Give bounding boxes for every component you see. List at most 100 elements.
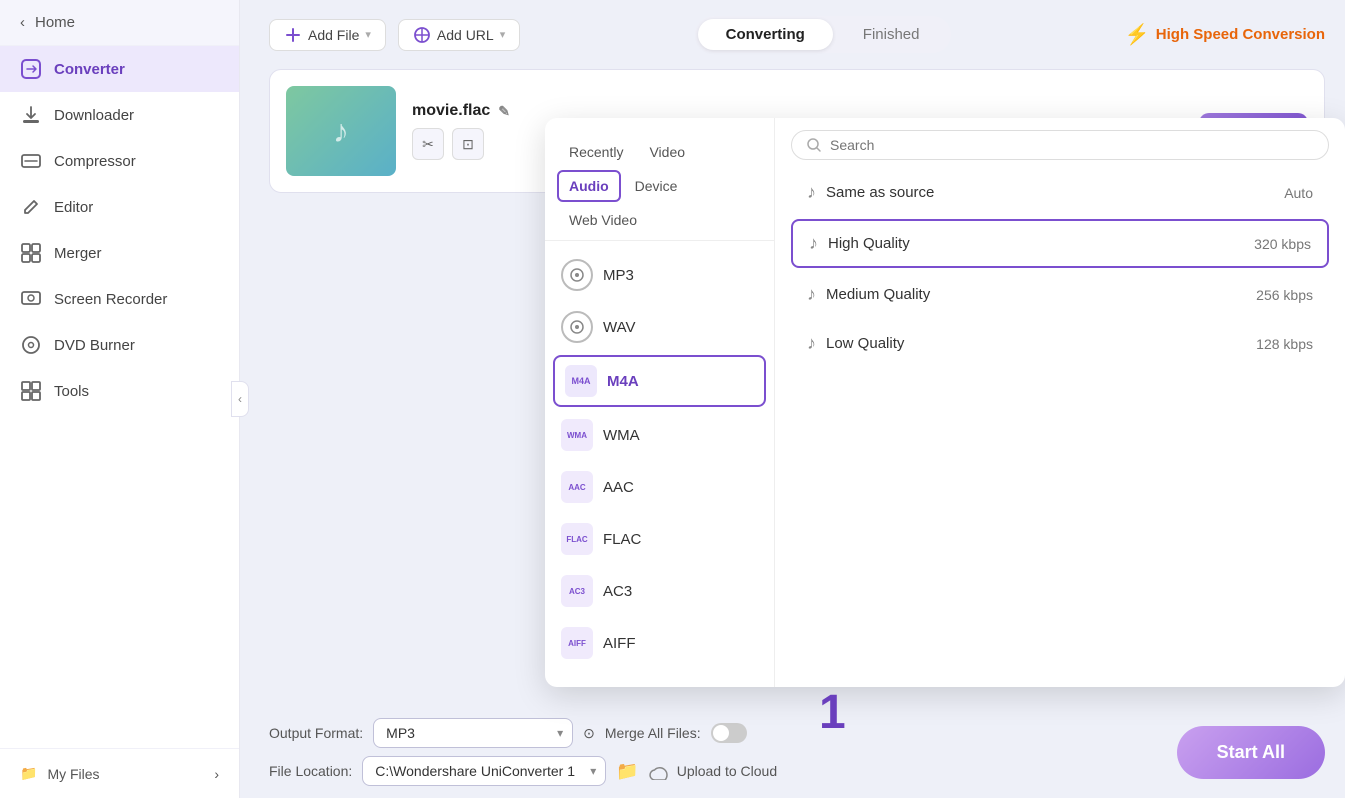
- add-file-icon: [284, 26, 302, 44]
- tab-video[interactable]: Video: [637, 136, 697, 168]
- my-files-label: My Files: [47, 766, 99, 782]
- quality-item-high[interactable]: ♪ High Quality 320 kbps: [791, 219, 1329, 268]
- file-thumbnail: ♪: [286, 86, 396, 176]
- output-format-select[interactable]: MP3: [373, 718, 573, 748]
- upload-cloud-label: Upload to Cloud: [677, 763, 777, 779]
- sidebar-item-screen-recorder[interactable]: Screen Recorder: [0, 276, 239, 322]
- sidebar-item-converter[interactable]: Converter: [0, 46, 239, 92]
- add-file-button[interactable]: Add File ▾: [269, 19, 386, 51]
- tab-recently[interactable]: Recently: [557, 136, 635, 168]
- add-url-chevron-icon: ▾: [500, 28, 506, 41]
- picker-search-box[interactable]: [791, 130, 1329, 160]
- format-item-m4a[interactable]: M4A M4A: [553, 355, 766, 407]
- speed-label: High Speed Conversion: [1156, 26, 1325, 43]
- sidebar-item-home[interactable]: ‹ Home: [0, 0, 239, 46]
- start-all-button[interactable]: Start All: [1177, 726, 1325, 779]
- sidebar-item-merger[interactable]: Merger: [0, 230, 239, 276]
- format-item-aac[interactable]: AAC AAC: [545, 461, 774, 513]
- format-item-ac3[interactable]: AC3 AC3: [545, 565, 774, 617]
- file-edit-icon[interactable]: ✎: [498, 103, 510, 120]
- main-content: Add File ▾ Add URL ▾ Converting Finished…: [249, 0, 1345, 798]
- quality-item-low[interactable]: ♪ Low Quality 128 kbps: [791, 321, 1329, 366]
- format-item-wma[interactable]: WMA WMA: [545, 409, 774, 461]
- output-format-label: Output Format:: [269, 725, 363, 741]
- sidebar-item-dvd-burner[interactable]: DVD Burner: [0, 322, 239, 368]
- quality-music-icon-3: ♪: [807, 284, 816, 305]
- bottom-bar: Output Format: MP3 ⊙ Merge All Files: Fi…: [269, 718, 1325, 786]
- sidebar-tools-label: Tools: [54, 383, 89, 400]
- folder-browse-icon[interactable]: 📁: [616, 761, 638, 782]
- file-location-label: File Location:: [269, 763, 352, 779]
- screen-recorder-icon: [20, 288, 42, 310]
- home-label: Home: [35, 14, 75, 31]
- crop-button[interactable]: ⊡: [452, 128, 484, 160]
- tools-icon: [20, 380, 42, 402]
- my-files-icon: 📁: [20, 765, 37, 782]
- speed-icon: ⚡: [1125, 22, 1150, 47]
- wma-icon: WMA: [561, 419, 593, 451]
- ac3-icon: AC3: [561, 575, 593, 607]
- format-item-wav[interactable]: WAV: [545, 301, 774, 353]
- cut-button[interactable]: ✂: [412, 128, 444, 160]
- format-picker-dropdown: Recently Video Audio Device Web Video: [545, 118, 1345, 687]
- quality-list: ♪ Same as source Auto ♪ High Quality 320…: [791, 170, 1329, 366]
- sidebar-item-compressor[interactable]: Compressor: [0, 138, 239, 184]
- add-file-label: Add File: [308, 27, 359, 43]
- cloud-icon: [649, 762, 671, 780]
- converter-icon: [20, 58, 42, 80]
- sidebar-item-tools[interactable]: Tools: [0, 368, 239, 414]
- editor-icon: [20, 196, 42, 218]
- sidebar-item-editor[interactable]: Editor: [0, 184, 239, 230]
- add-url-button[interactable]: Add URL ▾: [398, 19, 520, 51]
- sidebar-screen-recorder-label: Screen Recorder: [54, 291, 167, 308]
- merge-icon: ⊙: [583, 725, 595, 742]
- merger-icon: [20, 242, 42, 264]
- quality-music-icon-2: ♪: [809, 233, 818, 254]
- tab-device[interactable]: Device: [623, 170, 690, 202]
- merge-label: Merge All Files:: [605, 725, 701, 741]
- speed-badge: ⚡ High Speed Conversion: [1125, 22, 1325, 47]
- upload-to-cloud-button[interactable]: Upload to Cloud: [649, 762, 777, 780]
- dvd-burner-icon: [20, 334, 42, 356]
- quality-item-same-as-source[interactable]: ♪ Same as source Auto: [791, 170, 1329, 215]
- format-picker-tabs: Recently Video Audio Device Web Video: [545, 128, 774, 241]
- sidebar-collapse-btn[interactable]: ‹: [231, 381, 249, 417]
- output-format-row: Output Format: MP3 ⊙ Merge All Files:: [269, 718, 777, 748]
- compressor-icon: [20, 150, 42, 172]
- quality-item-medium[interactable]: ♪ Medium Quality 256 kbps: [791, 272, 1329, 317]
- output-format-select-wrapper: MP3: [373, 718, 573, 748]
- mp3-icon: [561, 259, 593, 291]
- home-icon: ‹: [20, 14, 25, 31]
- format-list: MP3 WAV M4A: [545, 241, 774, 677]
- format-item-flac[interactable]: FLAC FLAC: [545, 513, 774, 565]
- music-note-icon: ♪: [333, 113, 349, 150]
- aac-icon: AAC: [561, 471, 593, 503]
- wav-icon: [561, 311, 593, 343]
- sidebar-merger-label: Merger: [54, 245, 102, 262]
- add-url-icon: [413, 26, 431, 44]
- topbar: Add File ▾ Add URL ▾ Converting Finished…: [269, 16, 1325, 53]
- downloader-icon: [20, 104, 42, 126]
- sidebar-item-downloader[interactable]: Downloader: [0, 92, 239, 138]
- file-location-select[interactable]: C:\Wondershare UniConverter 1: [362, 756, 606, 786]
- tab-web-video[interactable]: Web Video: [557, 204, 649, 236]
- sidebar: ‹ Home Converter Downloader Compresso: [0, 0, 240, 798]
- tab-finished[interactable]: Finished: [835, 19, 948, 50]
- quality-music-icon-1: ♪: [807, 182, 816, 203]
- sidebar-my-files[interactable]: 📁 My Files ›: [0, 748, 239, 798]
- tab-audio[interactable]: Audio: [557, 170, 621, 202]
- merge-toggle[interactable]: [711, 723, 747, 743]
- format-item-mp3[interactable]: MP3: [545, 249, 774, 301]
- search-input[interactable]: [830, 137, 1314, 153]
- quality-music-icon-4: ♪: [807, 333, 816, 354]
- tab-converting[interactable]: Converting: [698, 19, 833, 50]
- add-url-label: Add URL: [437, 27, 494, 43]
- sidebar-downloader-label: Downloader: [54, 107, 134, 124]
- m4a-icon: M4A: [565, 365, 597, 397]
- sidebar-editor-label: Editor: [54, 199, 93, 216]
- my-files-arrow: ›: [214, 766, 219, 782]
- bottom-left: Output Format: MP3 ⊙ Merge All Files: Fi…: [269, 718, 777, 786]
- format-picker-left: Recently Video Audio Device Web Video: [545, 118, 775, 687]
- aiff-icon: AIFF: [561, 627, 593, 659]
- format-item-aiff[interactable]: AIFF AIFF: [545, 617, 774, 669]
